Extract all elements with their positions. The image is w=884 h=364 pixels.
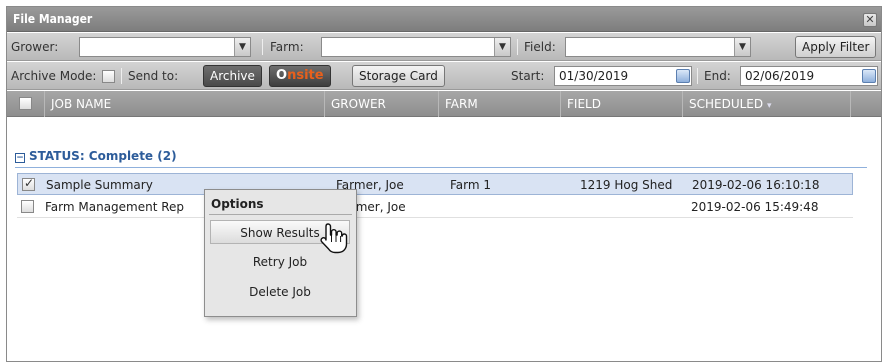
archive-mode-label: Archive Mode: <box>11 69 97 83</box>
end-date-value: 02/06/2019 <box>745 69 815 83</box>
divider <box>697 68 698 84</box>
onsite-logo-site: site <box>296 68 324 83</box>
cell-field: 1219 Hog Shed <box>580 178 673 192</box>
storage-card-button[interactable]: Storage Card <box>352 65 445 87</box>
cell-job-name: Sample Summary <box>46 178 153 192</box>
archive-mode-checkbox[interactable] <box>102 70 115 83</box>
archive-button[interactable]: Archive <box>203 65 262 87</box>
divider <box>121 68 122 84</box>
field-select[interactable]: ▼ <box>565 37 751 57</box>
chevron-down-icon[interactable]: ▼ <box>734 38 750 56</box>
cell-scheduled: 2019-02-06 15:49:48 <box>691 200 819 214</box>
status-group-header[interactable]: − STATUS: Complete (2) <box>15 149 177 163</box>
start-date-value: 01/30/2019 <box>559 69 629 83</box>
calendar-icon[interactable] <box>862 69 876 83</box>
grid-header: JOB NAME GROWER FARM FIELD SCHEDULED ▾ <box>7 91 881 117</box>
collapse-icon[interactable]: − <box>15 153 25 163</box>
filter-toolbar: Grower: ▼ Farm: ▼ Field: ▼ Apply Filter <box>7 33 881 61</box>
onsite-button[interactable]: Onsite <box>269 65 331 87</box>
column-header-job-name[interactable]: JOB NAME <box>45 91 325 117</box>
title-bar[interactable]: File Manager ✕ <box>7 7 881 32</box>
cell-farm: Farm 1 <box>450 178 492 192</box>
grower-label: Grower: <box>11 40 59 54</box>
table-row[interactable]: Sample Summary Farmer, Joe Farm 1 1219 H… <box>17 173 853 195</box>
group-divider <box>15 167 867 168</box>
onsite-logo-n: n <box>287 68 297 83</box>
column-header-field[interactable]: FIELD <box>561 91 683 117</box>
grower-select[interactable]: ▼ <box>79 37 251 57</box>
sort-desc-icon: ▾ <box>766 101 772 111</box>
farm-select[interactable]: ▼ <box>321 37 511 57</box>
cell-grower: rmer, Joe <box>351 200 406 214</box>
close-icon[interactable]: ✕ <box>863 13 877 27</box>
menu-divider <box>209 214 352 215</box>
end-date-input[interactable]: 02/06/2019 <box>740 66 878 86</box>
select-all-cell <box>7 91 45 117</box>
scheduled-label: SCHEDULED <box>689 97 764 111</box>
onsite-logo-o: O <box>276 68 288 83</box>
group-label: STATUS: Complete (2) <box>29 149 177 163</box>
column-header-grower[interactable]: GROWER <box>325 91 439 117</box>
hand-cursor-icon <box>320 223 348 254</box>
table-row[interactable]: Farm Management Rep rmer, Joe 2019-02-06… <box>17 196 853 218</box>
cell-job-name: Farm Management Rep <box>45 200 185 214</box>
window-title: File Manager <box>13 12 93 26</box>
menu-item-delete-job[interactable]: Delete Job <box>210 280 350 304</box>
divider <box>262 39 263 55</box>
file-manager-window: File Manager ✕ Grower: ▼ Farm: ▼ Field: … <box>6 6 882 362</box>
divider <box>517 39 518 55</box>
row-checkbox[interactable] <box>22 176 35 191</box>
cell-scheduled: 2019-02-06 16:10:18 <box>692 178 820 192</box>
apply-filter-button[interactable]: Apply Filter <box>795 36 877 58</box>
select-all-checkbox[interactable] <box>19 97 32 110</box>
chevron-down-icon[interactable]: ▼ <box>234 38 250 56</box>
menu-title: Options <box>211 197 264 211</box>
start-label: Start: <box>511 69 545 83</box>
field-label: Field: <box>524 40 556 54</box>
farm-label: Farm: <box>270 40 304 54</box>
chevron-down-icon[interactable]: ▼ <box>494 38 510 56</box>
column-header-farm[interactable]: FARM <box>439 91 561 117</box>
send-to-label: Send to: <box>128 69 179 83</box>
start-date-input[interactable]: 01/30/2019 <box>554 66 692 86</box>
end-label: End: <box>704 69 731 83</box>
action-toolbar: Archive Mode: Send to: Archive Onsite St… <box>7 62 881 90</box>
calendar-icon[interactable] <box>676 69 690 83</box>
row-checkbox[interactable] <box>21 200 34 213</box>
column-header-scheduled[interactable]: SCHEDULED ▾ <box>683 91 851 117</box>
